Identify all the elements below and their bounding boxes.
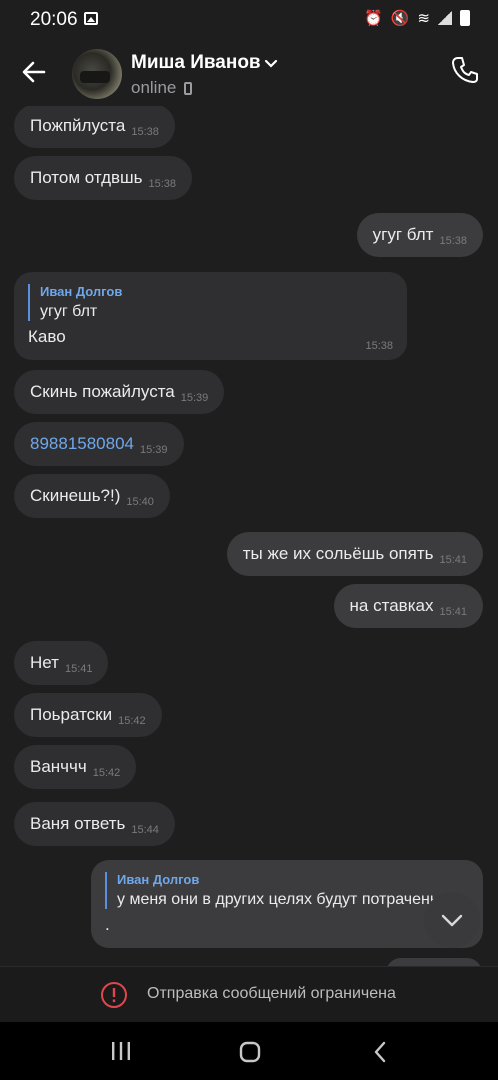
gallery-notification-icon [84,12,98,25]
message-list[interactable]: Пожпйлуста 15:38 Потом отдвшь 15:38 угуг б… [0,106,498,966]
message-time: 15:38 [439,235,467,247]
restriction-bar: Отправка сообщений ограничена [0,966,498,1022]
message-incoming[interactable]: Ванччч 15:42 [14,745,137,789]
message-text: . [105,915,110,934]
message-time: 15:44 [131,824,159,836]
reply-quote[interactable]: Иван Долгов угуг блт [28,284,393,321]
message-text: Потом отдвшь [30,168,143,187]
message-time: 15:41 [439,606,467,618]
status-bar: 20:06 ⏰ 🔇 ≋ [0,0,498,40]
back-arrow-icon[interactable] [20,58,48,86]
message-time: 15:38 [365,340,393,352]
battery-icon [460,10,470,26]
message-time: 15:38 [148,178,177,190]
message-outgoing-reply[interactable]: Иван Долгов у меня они в других целях бу… [91,860,483,948]
reply-quote[interactable]: Иван Долгов у меня они в других целях бу… [105,872,469,909]
message-text: Ваня ответь [30,814,126,833]
reply-author: Иван Долгов [117,872,200,887]
avatar[interactable] [72,49,122,99]
nav-back-icon[interactable] [372,1041,388,1063]
wifi-icon: ≋ [417,10,430,27]
message-text: ты же их сольёшь опять [242,544,434,563]
reply-quoted-text: у меня они в других целях будут потрачен… [117,891,442,908]
message-text: Каво [28,327,66,346]
message-outgoing[interactable]: угуг блт 15:38 [356,213,483,257]
signal-icon [438,11,452,25]
recent-apps-icon[interactable] [110,1041,132,1061]
message-text: Нет [30,653,59,672]
message-text: Скинь пожайлуста [30,382,175,401]
phone-device-icon [184,82,192,95]
phone-number-link[interactable]: 89881580804 [30,434,134,453]
status-time: 20:06 [30,9,78,30]
mute-icon: 🔇 [390,10,410,27]
message-time: 15:38 [131,126,159,138]
home-icon[interactable] [239,1041,261,1063]
navigation-bar [0,1022,498,1080]
reply-author: Иван Долгов [40,284,123,299]
phone-icon[interactable] [450,55,480,85]
message-time: 15:41 [439,554,467,566]
message-incoming[interactable]: 89881580804 15:39 [14,422,184,466]
message-text: Ванччч [30,757,87,776]
message-text: на ставках [349,596,434,615]
message-time: 15:40 [126,496,154,508]
message-text: Скинешь?!) [30,486,121,505]
message-time: 15:42 [92,767,121,779]
message-outgoing[interactable]: ты же их сольёшь опять 15:41 [226,532,483,576]
message-incoming[interactable]: Скинешь?!) 15:40 [14,474,170,518]
message-incoming-reply[interactable]: Иван Долгов угуг блт Каво 15:38 [14,272,407,360]
chevron-down-icon[interactable] [264,57,278,71]
message-time: 15:41 [64,663,93,675]
alarm-icon: ⏰ [364,10,383,27]
scroll-down-icon[interactable] [424,892,480,948]
contact-name[interactable]: Миша Иванов [131,52,261,74]
message-time: 15:39 [180,392,209,404]
message-incoming[interactable]: Ваня ответь 15:44 [14,802,175,846]
message-outgoing-partial[interactable] [386,958,482,966]
reply-quoted-text: угуг блт [40,303,98,320]
message-outgoing[interactable]: на ставках 15:41 [333,584,483,628]
message-incoming[interactable]: Нет 15:41 [14,641,109,685]
message-incoming[interactable]: Поьратски 15:42 [14,693,162,737]
message-text: Пожпйлуста [30,116,126,135]
restriction-text: Отправка сообщений ограничена [147,985,396,1002]
message-time: 15:39 [140,444,168,456]
warning-icon [101,982,127,1008]
status-icons: ⏰ 🔇 ≋ [364,9,470,27]
message-text: угуг блт [372,225,434,244]
message-incoming[interactable]: Потом отдвшь 15:38 [14,156,193,200]
message-incoming[interactable]: Скинь пожайлуста 15:39 [14,370,225,414]
message-text: Поьратски [30,705,113,724]
contact-status: online [131,78,177,97]
message-incoming[interactable]: Пожпйлуста 15:38 [14,106,175,148]
chat-header: Миша Иванов online [0,40,498,106]
message-time: 15:42 [118,715,146,727]
